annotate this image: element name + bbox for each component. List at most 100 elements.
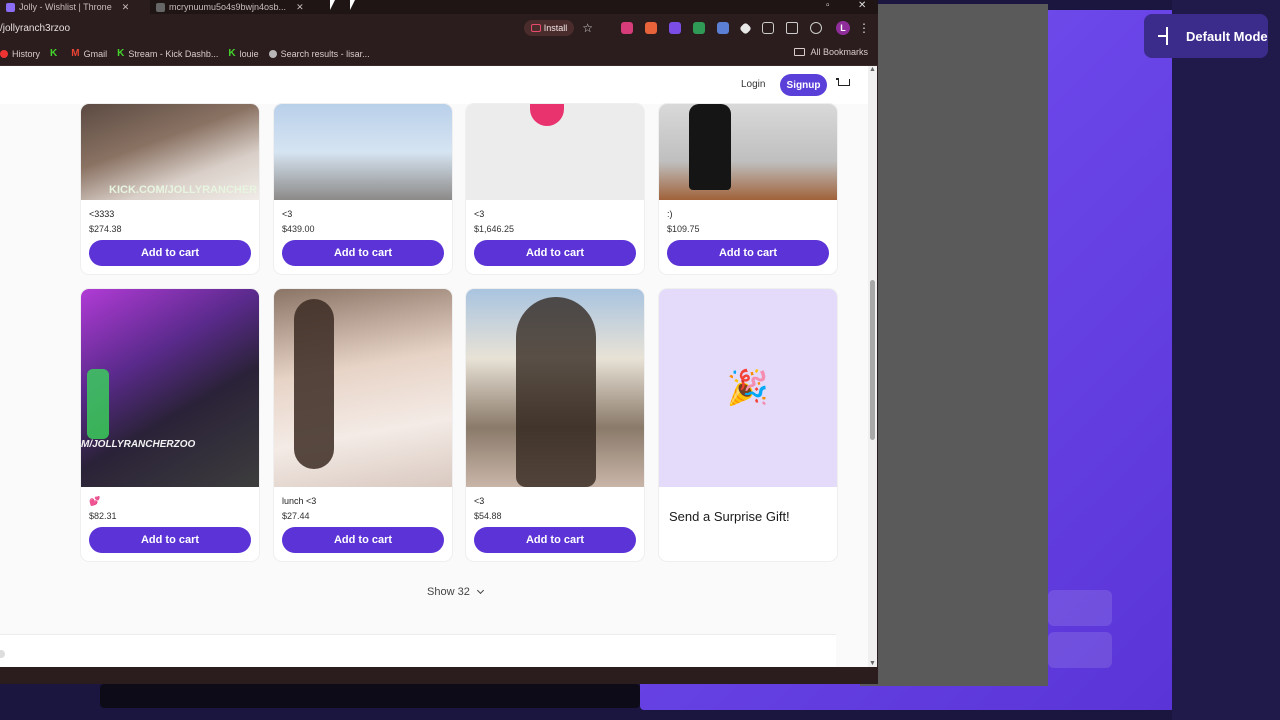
product-card[interactable]: lunch <3 $27.44 Add to cart xyxy=(274,289,452,561)
all-bookmarks-label: All Bookmarks xyxy=(810,47,868,57)
gift-banner: 🎉 xyxy=(659,289,837,487)
extension-icon[interactable] xyxy=(645,22,657,34)
heart-icon xyxy=(530,104,564,126)
bookmark-louie[interactable]: K louie xyxy=(228,48,258,59)
extension-icon[interactable] xyxy=(717,22,729,34)
address-bar: /jollyranch3rzoo Install ☆ L ⋮ xyxy=(0,14,878,42)
bookmark-label: History xyxy=(12,48,41,59)
twitch-extension-icon[interactable] xyxy=(669,22,681,34)
image-caption: M/JOLLYRANCHERZOO xyxy=(81,439,196,450)
scrollbar-thumb[interactable] xyxy=(870,280,875,440)
add-to-cart-button[interactable]: Add to cart xyxy=(474,527,636,553)
product-card[interactable]: <3 $1,646.25 Add to cart xyxy=(466,104,644,274)
scroll-down-icon[interactable]: ▼ xyxy=(869,660,876,667)
bookmark-history[interactable]: History xyxy=(0,49,40,59)
extension-icon[interactable] xyxy=(693,22,705,34)
product-card[interactable]: M/JOLLYRANCHERZOO 💕 $82.31 Add to cart xyxy=(81,289,259,561)
product-price: $439.00 xyxy=(282,224,315,234)
extension-icon[interactable] xyxy=(621,22,633,34)
bookmark-label: Gmail xyxy=(83,48,108,59)
product-price: $27.44 xyxy=(282,511,310,521)
product-image xyxy=(466,289,644,487)
cart-icon[interactable] xyxy=(836,78,850,90)
kick-icon: K xyxy=(228,48,236,59)
signup-button[interactable]: Signup xyxy=(780,74,827,96)
browser-menu-icon[interactable]: ⋮ xyxy=(858,21,870,35)
product-card[interactable]: KICK.COM/JOLLYRANCHER <3333 $274.38 Add … xyxy=(81,104,259,274)
bookmark-kick[interactable]: K xyxy=(50,48,61,59)
bookmark-label: louie xyxy=(239,48,259,59)
product-name: 💕 xyxy=(89,496,101,506)
page-favicon-icon xyxy=(156,2,165,12)
product-image: KICK.COM/JOLLYRANCHER xyxy=(81,104,259,200)
overlay-pill xyxy=(1048,632,1112,668)
login-link[interactable]: Login xyxy=(741,79,765,90)
mouse-cursor-icon xyxy=(350,0,360,12)
collapse-icon xyxy=(1158,27,1176,45)
product-price: $109.75 xyxy=(667,224,700,234)
product-name: :) xyxy=(667,209,673,219)
window-close-icon[interactable]: ✕ xyxy=(858,0,866,14)
tab-wishlist[interactable]: Jolly - Wishlist | Throne ✕ xyxy=(0,0,150,14)
product-image xyxy=(274,104,452,200)
wishlist-page: Login Signup KICK.COM/JOLLYRANCHER <3333… xyxy=(0,66,868,667)
history-icon xyxy=(0,49,8,58)
add-to-cart-button[interactable]: Add to cart xyxy=(89,527,251,553)
extension-icon[interactable] xyxy=(739,21,752,35)
all-bookmarks-button[interactable]: All Bookmarks xyxy=(794,47,868,57)
add-to-cart-button[interactable]: Add to cart xyxy=(474,240,636,266)
product-name: <3 xyxy=(474,496,485,506)
page-footer-section xyxy=(0,634,836,667)
add-to-cart-button[interactable]: Add to cart xyxy=(282,240,444,266)
party-popper-icon: 🎉 xyxy=(726,369,770,407)
profile-avatar[interactable]: L xyxy=(836,21,850,35)
default-mode-button[interactable]: Default Mode xyxy=(1144,14,1268,58)
throne-favicon-icon xyxy=(6,2,15,12)
bookmark-gmail[interactable]: M Gmail xyxy=(71,48,107,59)
product-card[interactable]: <3 $439.00 Add to cart xyxy=(274,104,452,274)
chevron-down-icon xyxy=(476,586,484,595)
gmail-icon: M xyxy=(71,48,80,59)
stream-background-right xyxy=(1172,0,1280,720)
product-price: $274.38 xyxy=(89,224,122,234)
add-to-cart-button[interactable]: Add to cart xyxy=(667,240,829,266)
bookmark-star-icon[interactable]: ☆ xyxy=(582,21,593,35)
site-header: Login Signup xyxy=(0,66,868,104)
bookmark-search-results[interactable]: Search results - lisar... xyxy=(268,49,370,59)
items-per-page-select[interactable]: Show 32 xyxy=(427,586,484,598)
hair-shape xyxy=(294,299,334,469)
extensions-puzzle-icon[interactable] xyxy=(762,22,774,34)
product-price: $82.31 xyxy=(89,511,117,521)
downloads-icon[interactable] xyxy=(810,22,822,34)
product-image: M/JOLLYRANCHERZOO xyxy=(81,289,259,487)
product-card[interactable]: <3 $54.88 Add to cart xyxy=(466,289,644,561)
image-caption: KICK.COM/JOLLYRANCHER xyxy=(109,184,258,196)
add-to-cart-button[interactable]: Add to cart xyxy=(282,527,444,553)
close-tab-icon[interactable]: ✕ xyxy=(296,2,304,13)
tab-second[interactable]: mcrynuumu5o4s9bwjn4osb... ✕ xyxy=(150,0,310,14)
product-image xyxy=(466,104,644,200)
green-light-shape xyxy=(87,369,109,439)
surprise-gift-title: Send a Surprise Gift! xyxy=(669,509,790,524)
product-card[interactable]: :) $109.75 Add to cart xyxy=(659,104,837,274)
add-to-cart-button[interactable]: Add to cart xyxy=(89,240,251,266)
maximize-icon[interactable]: ▫ xyxy=(826,0,830,14)
folder-icon xyxy=(794,48,806,56)
mouse-cursor-icon xyxy=(330,0,340,12)
tab-label: mcrynuumu5o4s9bwjn4osb... xyxy=(169,2,287,12)
surprise-gift-card[interactable]: 🎉 Send a Surprise Gift! xyxy=(659,289,837,561)
stream-dark-panel xyxy=(860,4,1048,686)
close-tab-icon[interactable]: ✕ xyxy=(122,2,130,13)
cast-icon[interactable] xyxy=(786,22,798,34)
bookmark-label: Stream - Kick Dashb... xyxy=(128,48,219,59)
install-button[interactable]: Install xyxy=(523,20,575,36)
url-field[interactable]: /jollyranch3rzoo xyxy=(0,23,524,34)
scroll-up-icon[interactable]: ▲ xyxy=(869,66,876,73)
product-image xyxy=(659,104,837,200)
page-scrollbar[interactable]: ▲ ▼ xyxy=(868,66,877,667)
bookmark-kick-dashboard[interactable]: K Stream - Kick Dashb... xyxy=(117,48,218,59)
product-name: <3333 xyxy=(89,209,115,219)
kick-icon: K xyxy=(117,48,125,59)
overlay-pill xyxy=(1048,590,1112,626)
tab-strip: Jolly - Wishlist | Throne ✕ mcrynuumu5o4… xyxy=(0,0,878,14)
